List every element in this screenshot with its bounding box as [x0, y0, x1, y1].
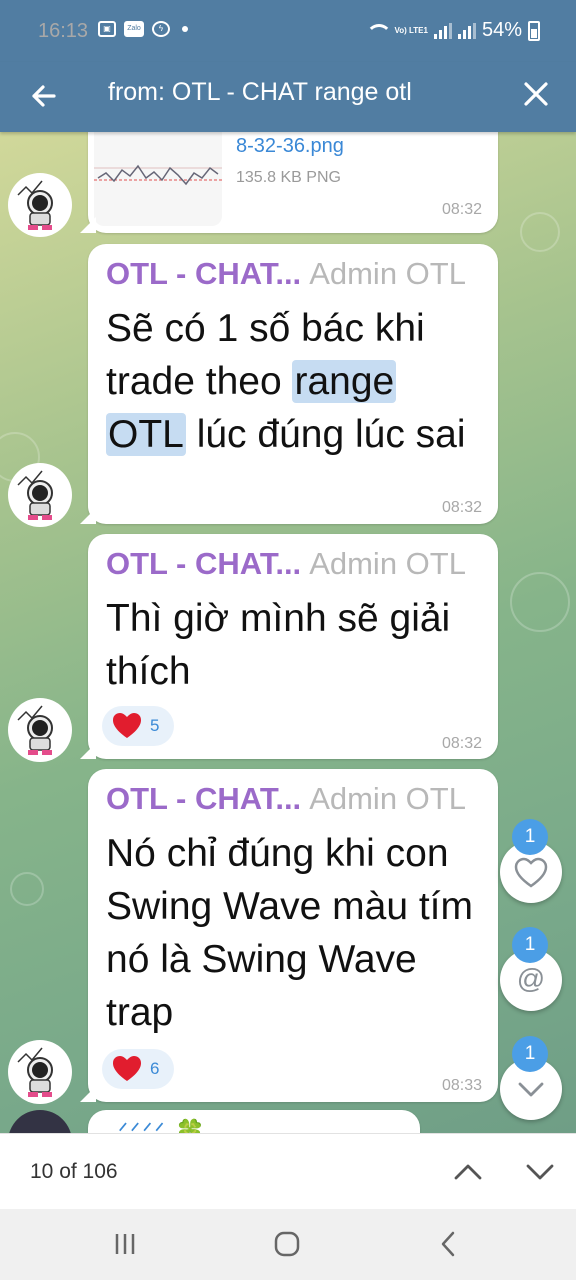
file-thumbnail[interactable] [94, 132, 222, 226]
message-file[interactable]: image_2022-11-16_0 8-32-36.png 135.8 KB … [88, 132, 498, 233]
astronaut-avatar-icon [17, 180, 53, 230]
wallpaper-doodle [10, 872, 44, 906]
back-nav-icon[interactable] [434, 1229, 464, 1259]
battery-icon [528, 20, 540, 41]
wallpaper-doodle [520, 212, 560, 252]
message-time: 08:32 [441, 735, 482, 752]
wifi-icon [364, 22, 393, 40]
heart-icon [113, 1056, 141, 1081]
more-notifications-dot [182, 26, 188, 32]
scroll-down-button[interactable]: 1 [500, 1036, 562, 1120]
message-text: Thì giờ mình sẽ giải thích [106, 597, 451, 693]
heart-icon [113, 713, 141, 738]
signal-icon [433, 22, 452, 39]
search-highlight: range [292, 360, 397, 403]
message-text: Nó chỉ đúng khi con Swing Wave màu tím n… [106, 832, 473, 1034]
close-search-icon[interactable] [516, 74, 556, 114]
message-time: 08:32 [441, 201, 482, 218]
message-time: 08:33 [441, 1077, 482, 1094]
avatar[interactable] [8, 463, 72, 527]
scroll-down-badge: 1 [512, 1036, 548, 1072]
astronaut-avatar-icon [17, 470, 53, 520]
message-bubble-partial[interactable]: ᐟᐟᐟᐟ 🍀 [88, 1110, 420, 1133]
file-size: 135.8 KB PNG [236, 169, 341, 186]
recent-apps-icon[interactable] [110, 1229, 140, 1259]
signal-2-icon [457, 22, 476, 39]
message-sender[interactable]: OTL - CHAT... Admin OTL [106, 781, 466, 817]
sender-role: Admin OTL [309, 546, 466, 581]
message-text: ᐟᐟᐟᐟ 🍀 [118, 1119, 208, 1133]
home-icon[interactable] [272, 1229, 302, 1259]
search-header: from: OTL - CHAT range otl [0, 62, 576, 132]
mentions-badge: 1 [512, 927, 548, 963]
sender-role: Admin OTL [309, 781, 466, 816]
message-bubble[interactable]: OTL - CHAT... Admin OTL Nó chỉ đúng khi c… [88, 769, 498, 1102]
message-time: 08:32 [441, 499, 482, 516]
at-icon: @ [516, 963, 546, 994]
avatar[interactable] [8, 1110, 72, 1133]
reaction-count: 6 [150, 1059, 160, 1078]
wallpaper-doodle [510, 572, 570, 632]
reaction-chip[interactable]: 6 [102, 1049, 174, 1089]
previous-result-button[interactable] [448, 1152, 488, 1192]
avatar[interactable] [8, 1040, 72, 1104]
search-query-input[interactable]: from: OTL - CHAT range otl [108, 78, 412, 107]
astronaut-avatar-icon [17, 705, 53, 755]
reaction-count: 5 [150, 716, 160, 735]
reaction-chip[interactable]: 5 [102, 706, 174, 746]
file-name[interactable]: image_2022-11-16_0 8-32-36.png [236, 132, 425, 160]
reactions-badge: 1 [512, 819, 548, 855]
search-results-bar: 10 of 106 [0, 1133, 576, 1209]
lte-label: Vo) LTE1 [394, 26, 428, 35]
back-arrow-icon[interactable] [24, 76, 64, 116]
message-bubble[interactable]: OTL - CHAT... Admin OTL Thì giờ mình sẽ g… [88, 534, 498, 759]
battery-percent: 54% [481, 19, 522, 41]
sender-name[interactable]: OTL - CHAT... [106, 781, 301, 816]
avatar[interactable] [8, 698, 72, 762]
sender-role: Admin OTL [309, 256, 466, 291]
message-text: Sẽ có 1 số bác khi trade theo range OTL … [106, 307, 466, 456]
message-sender[interactable]: OTL - CHAT... Admin OTL [106, 546, 466, 582]
message-bubble[interactable]: OTL - CHAT... Admin OTL Sẽ có 1 số bác kh… [88, 244, 498, 524]
astronaut-avatar-icon [17, 1047, 53, 1097]
status-bar: 16:13 ▣ Zalo ϟ Vo) LTE1 54% [0, 0, 576, 62]
mentions-jump-button[interactable]: 1 @ [500, 927, 562, 1011]
gallery-icon: ▣ [98, 21, 116, 37]
chat-history[interactable]: image_2022-11-16_0 8-32-36.png 135.8 KB … [0, 132, 576, 1133]
notification-icons: ▣ Zalo ϟ [98, 21, 188, 37]
sender-name[interactable]: OTL - CHAT... [106, 546, 301, 581]
system-nav-bar [0, 1209, 576, 1280]
message-sender[interactable]: OTL - CHAT... Admin OTL [106, 256, 466, 292]
messenger-icon: ϟ [152, 21, 170, 37]
sender-name[interactable]: OTL - CHAT... [106, 256, 301, 291]
status-right: Vo) LTE1 54% [364, 19, 540, 42]
avatar[interactable] [8, 173, 72, 237]
results-counter: 10 of 106 [30, 1160, 118, 1183]
search-highlight: OTL [106, 413, 186, 456]
zalo-icon: Zalo [124, 21, 144, 37]
reactions-jump-button[interactable]: 1 [500, 819, 562, 903]
next-result-button[interactable] [520, 1152, 560, 1192]
